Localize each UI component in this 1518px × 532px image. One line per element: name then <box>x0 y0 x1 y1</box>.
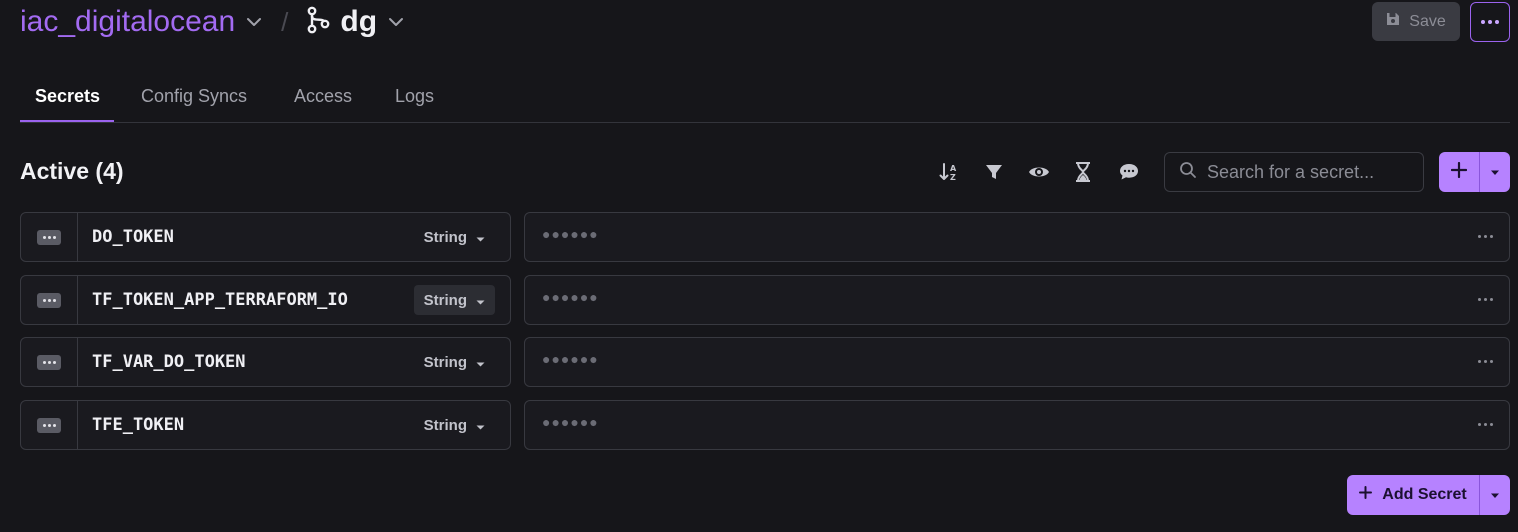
secret-value-field[interactable]: ●●●●●● <box>524 275 1510 325</box>
branch-chevron-down-icon[interactable] <box>387 13 405 31</box>
caret-down-icon <box>476 354 485 371</box>
row-menu-button[interactable] <box>21 338 78 386</box>
branch-icon <box>306 6 330 39</box>
svg-text:Z: Z <box>950 173 956 182</box>
search-input[interactable] <box>1207 161 1407 183</box>
secret-key-row: TF_TOKEN_APP_TERRAFORM_IO String <box>20 275 511 325</box>
plus-icon <box>1450 161 1468 183</box>
hourglass-icon[interactable] <box>1071 160 1095 184</box>
secret-key-name[interactable]: DO_TOKEN <box>92 227 174 247</box>
tab-bar: Secrets Config Syncs Access Logs <box>20 78 1510 123</box>
more-options-button[interactable] <box>1470 2 1510 42</box>
secret-type-label: String <box>423 353 467 371</box>
add-secret-button[interactable]: Add Secret <box>1347 475 1479 515</box>
active-tab-indicator <box>20 120 114 122</box>
breadcrumb: iac_digitalocean / dg <box>20 3 405 41</box>
secret-key-row: DO_TOKEN String <box>20 212 511 262</box>
add-secret-label: Add Secret <box>1382 486 1467 503</box>
value-more-options-icon[interactable] <box>1478 360 1493 363</box>
secret-key-name[interactable]: TF_TOKEN_APP_TERRAFORM_IO <box>92 290 348 310</box>
secret-value-masked: ●●●●●● <box>542 289 599 305</box>
sort-icon[interactable]: A Z <box>937 160 961 184</box>
value-more-options-icon[interactable] <box>1478 423 1493 426</box>
save-label: Save <box>1409 12 1446 30</box>
caret-down-icon <box>1490 486 1500 504</box>
save-icon <box>1386 12 1400 31</box>
ellipsis-icon <box>37 417 61 433</box>
eye-icon[interactable] <box>1027 160 1051 184</box>
save-button[interactable]: Save <box>1372 2 1460 41</box>
project-chevron-down-icon[interactable] <box>245 13 263 31</box>
secret-value-field[interactable]: ●●●●●● <box>524 337 1510 387</box>
filter-icon[interactable] <box>982 160 1006 184</box>
secret-key-name[interactable]: TFE_TOKEN <box>92 415 184 435</box>
secret-type-label: String <box>423 291 467 309</box>
caret-down-icon <box>476 292 485 309</box>
secret-type-select[interactable]: String <box>414 222 495 252</box>
value-more-options-icon[interactable] <box>1478 235 1493 238</box>
ellipsis-icon <box>37 354 61 370</box>
secret-value-masked: ●●●●●● <box>542 414 599 430</box>
ellipsis-icon <box>1481 20 1499 24</box>
tab-config-syncs[interactable]: Config Syncs <box>141 86 247 107</box>
plus-icon <box>1359 486 1373 504</box>
add-secret-dropdown[interactable] <box>1480 475 1510 515</box>
tab-secrets[interactable]: Secrets <box>35 86 100 107</box>
secret-value-field[interactable]: ●●●●●● <box>524 212 1510 262</box>
secret-type-select[interactable]: String <box>413 285 495 315</box>
secret-key-row: TF_VAR_DO_TOKEN String <box>20 337 511 387</box>
project-name[interactable]: iac_digitalocean <box>20 3 235 41</box>
row-menu-button[interactable] <box>21 213 78 261</box>
breadcrumb-separator: / <box>281 7 289 37</box>
row-menu-button[interactable] <box>21 401 78 449</box>
search-icon <box>1179 161 1197 184</box>
secret-type-select[interactable]: String <box>414 347 495 377</box>
add-secret-split-button <box>1439 152 1510 192</box>
add-options-dropdown[interactable] <box>1480 152 1510 192</box>
secret-value-field[interactable]: ●●●●●● <box>524 400 1510 450</box>
add-secret-icon-button[interactable] <box>1439 152 1479 192</box>
secret-value-masked: ●●●●●● <box>542 226 599 242</box>
secret-value-masked: ●●●●●● <box>542 351 599 367</box>
add-secret-button-group: Add Secret <box>1347 475 1510 515</box>
caret-down-icon <box>1490 163 1500 181</box>
secret-type-label: String <box>423 416 467 434</box>
svg-text:A: A <box>950 164 957 173</box>
search-box <box>1164 152 1424 192</box>
secret-type-select[interactable]: String <box>414 410 495 440</box>
ellipsis-icon <box>37 229 61 245</box>
branch-name[interactable]: dg <box>340 3 377 41</box>
caret-down-icon <box>476 229 485 246</box>
secret-type-label: String <box>423 228 467 246</box>
section-title: Active (4) <box>20 158 124 184</box>
tab-access[interactable]: Access <box>294 86 352 107</box>
caret-down-icon <box>476 417 485 434</box>
value-more-options-icon[interactable] <box>1478 298 1493 301</box>
secret-key-row: TFE_TOKEN String <box>20 400 511 450</box>
secret-key-name[interactable]: TF_VAR_DO_TOKEN <box>92 352 246 372</box>
ellipsis-icon <box>37 292 61 308</box>
tab-logs[interactable]: Logs <box>395 86 434 107</box>
row-menu-button[interactable] <box>21 276 78 324</box>
comment-icon[interactable] <box>1117 160 1141 184</box>
